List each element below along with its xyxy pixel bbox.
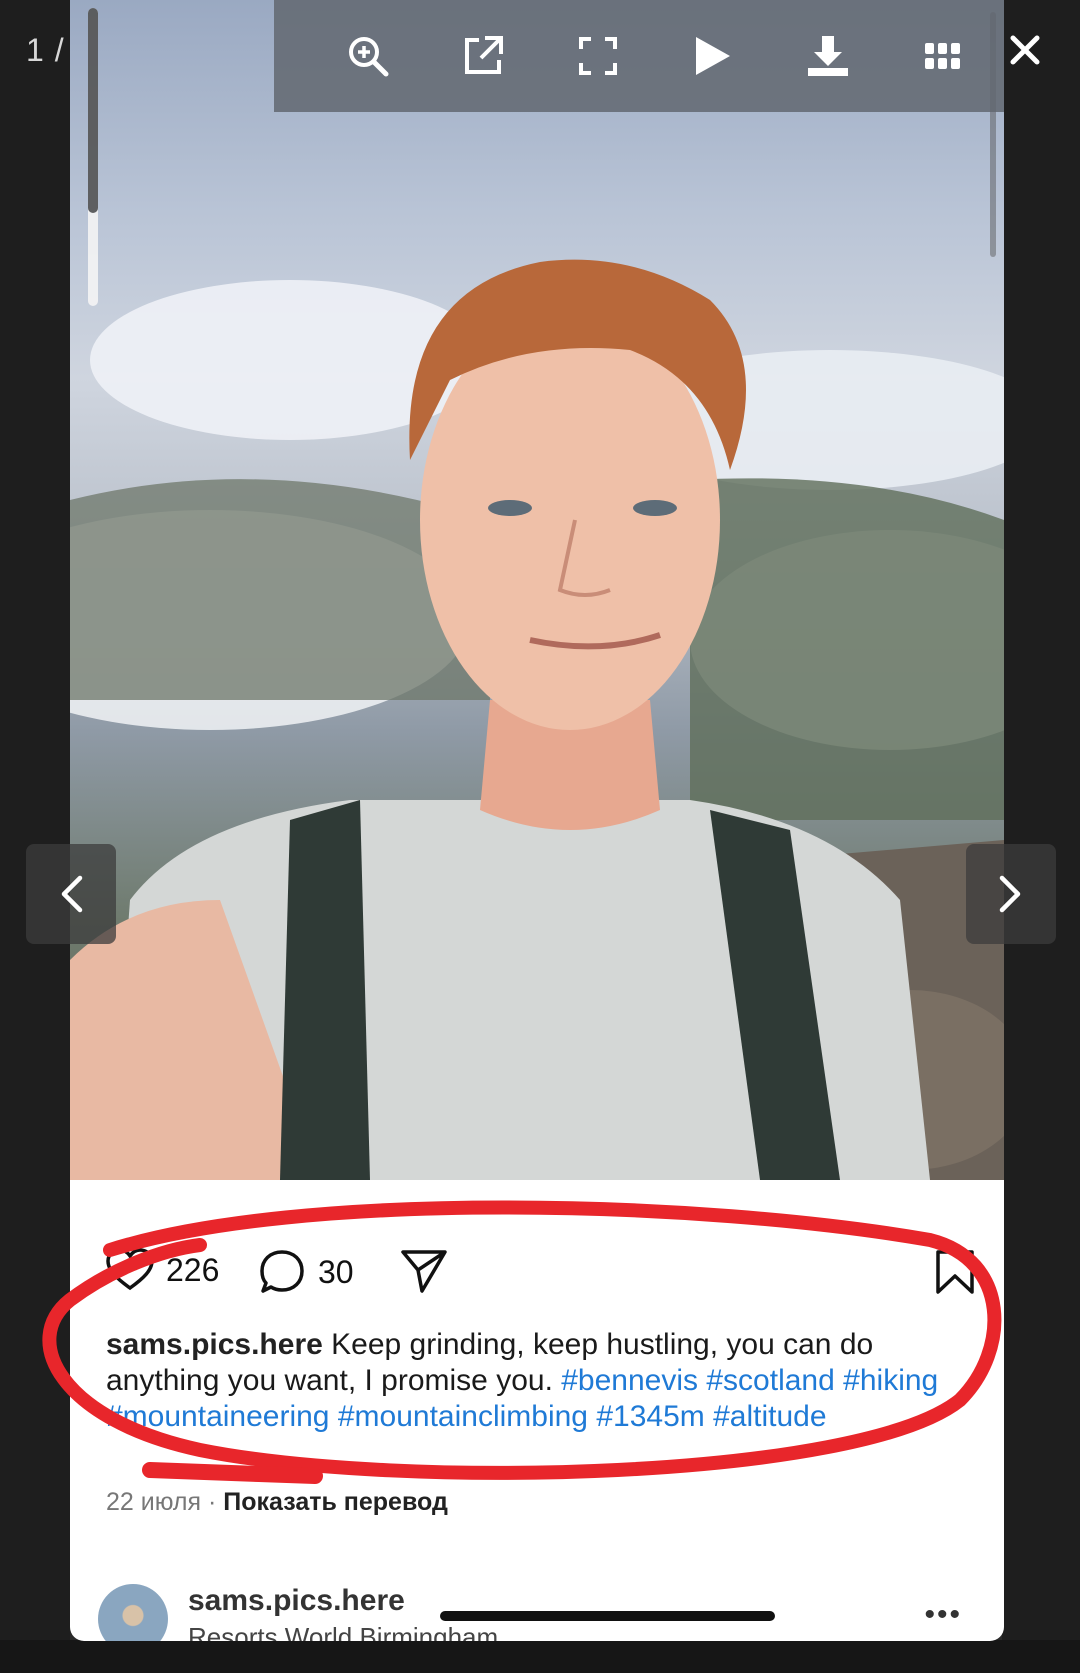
zoom-in-icon[interactable] [346,34,390,78]
play-button[interactable] [655,0,770,112]
save-action[interactable] [934,1248,976,1296]
post-photo [70,0,1004,1180]
previous-image-button[interactable] [26,844,116,944]
hashtag-hiking[interactable]: #hiking [843,1364,938,1397]
viewer-backdrop-bottom [0,1640,1080,1673]
image-panel: 226 30 sams.pics.here Keep grinding, kee… [70,0,1004,1641]
hashtag-mountaineering[interactable]: #mountaineering [106,1400,330,1433]
heart-icon[interactable] [106,1248,154,1292]
comment-icon[interactable] [258,1248,306,1296]
bookmark-icon[interactable] [934,1248,976,1296]
author-location[interactable]: Resorts World Birmingham [188,1622,498,1641]
post-caption: sams.pics.here Keep grinding, keep hustl… [106,1327,946,1435]
avatar[interactable] [98,1584,168,1641]
play-icon[interactable] [694,35,732,77]
hashtag-1345m[interactable]: #1345m [596,1400,704,1433]
close-button[interactable] [1003,22,1047,78]
scrollbar-thumb[interactable] [88,8,98,213]
chevron-left-icon[interactable] [58,874,84,914]
viewer-backdrop-right [1002,0,1080,1673]
close-icon[interactable] [1010,35,1040,65]
show-translation-link[interactable]: Показать перевод [223,1488,448,1516]
grid-icon[interactable] [923,40,963,72]
author-name[interactable]: sams.pics.here [188,1584,405,1618]
more-options-icon[interactable]: ••• [924,1598,962,1632]
share-action[interactable] [400,1248,448,1294]
post-date: 22 июля [106,1488,202,1516]
caption-username[interactable]: sams.pics.here [106,1328,323,1361]
post-actions-bar: 226 30 [106,1248,976,1300]
hashtag-mountainclimbing[interactable]: #mountainclimbing [338,1400,588,1433]
open-external-icon[interactable] [461,34,505,78]
like-count: 226 [166,1251,220,1288]
open-external-button[interactable] [425,0,540,112]
viewer-backdrop-left [0,0,70,1673]
home-indicator [440,1611,775,1621]
hashtag-altitude[interactable]: #altitude [713,1400,826,1433]
download-button[interactable] [770,0,885,112]
comment-action[interactable]: 30 [258,1248,354,1296]
fullscreen-button[interactable] [540,0,655,112]
viewer-toolbar [274,0,1004,112]
send-icon[interactable] [400,1248,448,1294]
like-action[interactable]: 226 [106,1248,219,1292]
selfie-photo-illustration [70,259,1004,1180]
photo-scrollbar-left[interactable] [88,8,98,306]
chevron-right-icon[interactable] [998,874,1024,914]
fullscreen-icon[interactable] [578,37,617,75]
next-image-button[interactable] [966,844,1056,944]
meta-separator: · [201,1488,224,1516]
hashtag-scotland[interactable]: #scotland [706,1364,834,1397]
gallery-grid-button[interactable] [885,0,1000,112]
post-meta: 22 июля · Показать перевод [106,1488,448,1517]
zoom-button[interactable] [310,0,425,112]
comment-count: 30 [318,1253,354,1290]
download-icon[interactable] [806,34,850,78]
hashtag-bennevis[interactable]: #bennevis [561,1364,698,1397]
